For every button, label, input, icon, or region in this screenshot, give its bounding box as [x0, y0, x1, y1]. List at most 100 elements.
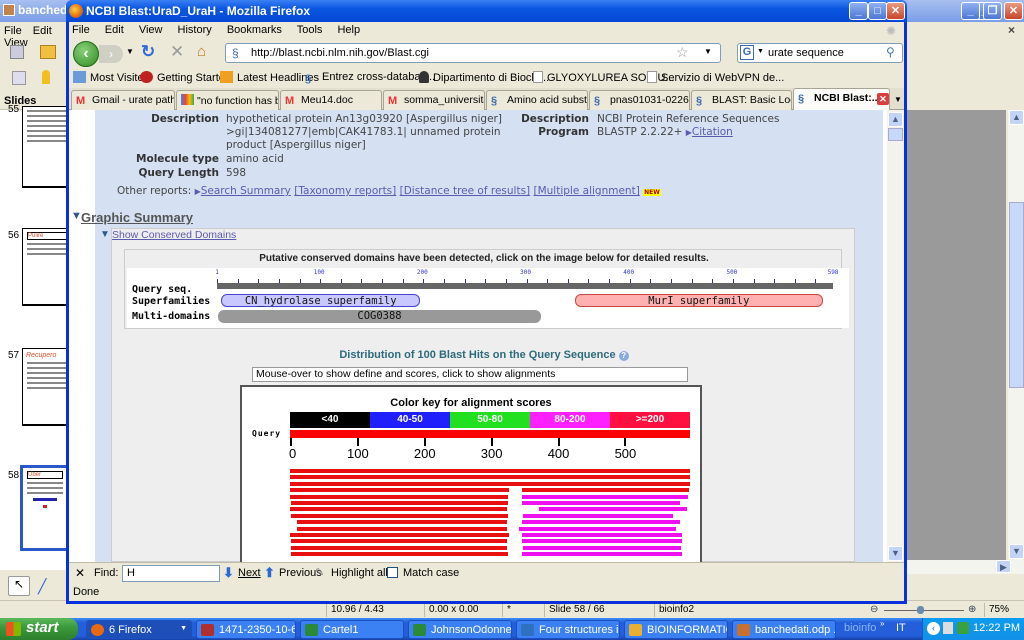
impress-horizontal-scrollbar[interactable]: ▶: [906, 560, 1024, 574]
hit-bar[interactable]: [522, 501, 680, 505]
impress-close-button[interactable]: ✕: [1004, 2, 1023, 20]
hit-bar[interactable]: [290, 488, 509, 493]
zoom-slider[interactable]: ⊖ ⊕: [870, 604, 980, 616]
domain-cog0388[interactable]: COG0388: [218, 310, 541, 323]
page-vertical-scrollbar[interactable]: ▲ ▼: [887, 110, 904, 562]
zoom-slider-thumb[interactable]: [917, 606, 924, 614]
tab-pnas[interactable]: § pnas01031-0226....: [589, 90, 690, 110]
engine-dropdown-icon[interactable]: ▼: [757, 48, 764, 55]
site-identity-icon[interactable]: §: [232, 46, 239, 60]
impress-restore-button[interactable]: ❐: [983, 2, 1002, 20]
menu-tools[interactable]: Tools: [297, 24, 323, 36]
bookmark-dipartimento[interactable]: Dipartimento di Biochi...: [419, 71, 549, 84]
search-summary-link[interactable]: Search Summary: [201, 185, 291, 197]
hit-bar[interactable]: [522, 545, 681, 550]
domain-cn-hydrolase-superfamily[interactable]: CN_hydrolase superfamily: [221, 294, 421, 307]
bell-icon[interactable]: [42, 70, 50, 84]
reload-icon[interactable]: ↻: [141, 42, 155, 62]
list-all-tabs-icon[interactable]: ▼: [892, 90, 904, 110]
hit-bar[interactable]: [297, 526, 508, 531]
back-button[interactable]: ‹: [73, 41, 99, 67]
hit-bar[interactable]: [291, 545, 508, 550]
menu-history[interactable]: History: [178, 24, 212, 36]
forward-button[interactable]: ›: [99, 45, 123, 63]
menu-bookmarks[interactable]: Bookmarks: [227, 24, 282, 36]
arrow-up-icon[interactable]: ⬆: [264, 565, 275, 581]
slide-thumbnail-57[interactable]: Recupero: [22, 348, 72, 426]
domain-muri-superfamily[interactable]: MurI superfamily: [575, 294, 823, 307]
match-case-label[interactable]: Match case: [403, 567, 459, 579]
close-button[interactable]: ✕: [886, 2, 905, 20]
tray-app-icon[interactable]: [957, 622, 969, 634]
help-icon[interactable]: ?: [618, 351, 629, 361]
slide-thumbnail-55[interactable]: [22, 106, 72, 188]
menu-view[interactable]: View: [139, 24, 163, 36]
hit-bar[interactable]: [522, 488, 690, 493]
hit-bar[interactable]: [522, 539, 682, 544]
match-case-checkbox[interactable]: [387, 567, 398, 578]
tab-blast-basic[interactable]: § BLAST: Basic Loca...: [691, 90, 792, 110]
google-engine-icon[interactable]: G: [740, 45, 754, 60]
hit-bar[interactable]: [522, 520, 680, 525]
start-button[interactable]: start: [0, 618, 78, 640]
hit-bar[interactable]: [539, 507, 688, 512]
maximize-button[interactable]: □: [868, 2, 887, 20]
stop-icon[interactable]: ✕: [170, 42, 184, 62]
zoom-in-icon[interactable]: ⊕: [968, 604, 976, 615]
taxonomy-reports-link[interactable]: [Taxonomy reports]: [294, 185, 396, 197]
scroll-right-icon[interactable]: ▶: [996, 560, 1011, 573]
tab-no-function[interactable]: "no function has b...: [176, 90, 279, 110]
slide-thumbnail-58[interactable]: Uber: [20, 465, 70, 551]
taskbar-item-firefox[interactable]: 6 Firefox ▼: [86, 620, 192, 639]
taskbar-item-four-structures[interactable]: Four structures i...: [516, 620, 620, 639]
scroll-up-icon[interactable]: ▲: [888, 112, 903, 127]
url-dropdown-icon[interactable]: ▼: [704, 47, 712, 56]
find-next-button[interactable]: Next: [238, 567, 261, 579]
history-dropdown-icon[interactable]: ▼: [126, 47, 134, 56]
bookmark-entrez[interactable]: § Entrez cross-databas...: [305, 71, 435, 85]
taskbar-item-pdf[interactable]: 1471-2350-10-6...: [196, 620, 296, 639]
line-tool-icon[interactable]: ╱: [38, 578, 46, 595]
impress-menu-edit[interactable]: Edit: [33, 25, 52, 37]
open-folder-icon[interactable]: [40, 45, 56, 59]
tab-gmail[interactable]: M Gmail - urate path...: [71, 90, 175, 110]
hit-bar[interactable]: [290, 481, 690, 486]
bookmark-getting-started[interactable]: Getting Started: [140, 71, 231, 84]
hit-bar[interactable]: [519, 526, 676, 531]
hit-bar[interactable]: [522, 494, 688, 499]
close-tab-icon[interactable]: ✕: [877, 93, 889, 105]
multiple-alignment-link[interactable]: [Multiple alignment]: [534, 185, 640, 197]
tab-amino-acid[interactable]: § Amino acid substit...: [486, 90, 588, 110]
taskbar-item-cartel1[interactable]: Cartel1: [300, 620, 404, 639]
search-input-value[interactable]: urate sequence: [768, 47, 844, 59]
menu-help[interactable]: Help: [337, 24, 360, 36]
hit-bar[interactable]: [297, 520, 508, 525]
language-indicator[interactable]: IT: [896, 622, 906, 634]
highlight-all-button[interactable]: Highlight all: [331, 567, 388, 579]
taskbar-item-banchedati[interactable]: banchedati.odp ...: [732, 620, 836, 639]
bookmark-star-icon[interactable]: ☆: [676, 44, 689, 61]
menu-file[interactable]: File: [72, 24, 90, 36]
url-bar[interactable]: § http://blast.ncbi.nlm.nih.gov/Blast.cg…: [225, 43, 721, 63]
menu-edit[interactable]: Edit: [105, 24, 124, 36]
graphic-summary-heading[interactable]: Graphic Summary: [81, 210, 193, 225]
hit-bar[interactable]: [290, 507, 508, 512]
citation-link[interactable]: Citation: [692, 126, 733, 138]
slide-show-icon[interactable]: [12, 71, 26, 85]
new-doc-icon[interactable]: [10, 45, 24, 59]
find-input[interactable]: H: [122, 565, 220, 582]
scroll-up-icon[interactable]: ▲: [1009, 110, 1024, 125]
hit-bar[interactable]: [291, 552, 509, 557]
tab-meu14[interactable]: M Meu14.doc: [280, 90, 382, 110]
hit-bar[interactable]: [290, 533, 509, 537]
hit-bar[interactable]: [522, 533, 682, 537]
mouseover-info-field[interactable]: Mouse-over to show define and scores, cl…: [252, 367, 688, 382]
hit-bar[interactable]: [522, 513, 674, 518]
scroll-down-icon[interactable]: ▼: [1009, 544, 1024, 559]
hit-bar[interactable]: [291, 539, 508, 544]
highlighter-icon[interactable]: ✎: [315, 566, 324, 579]
impress-menu-file[interactable]: File: [4, 25, 22, 37]
chevron-icon[interactable]: »: [880, 619, 884, 628]
taskbar-item-johnson[interactable]: JohnsonOdonne...: [408, 620, 512, 639]
hit-bar[interactable]: [290, 475, 690, 480]
